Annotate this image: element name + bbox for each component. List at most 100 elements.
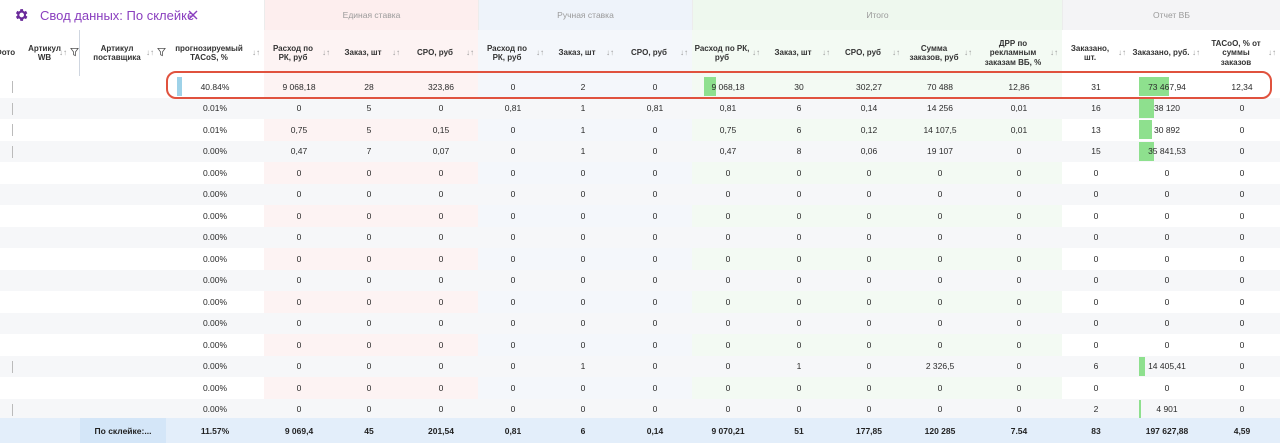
cell-tacos: 0.00% — [166, 334, 264, 356]
sort-icon[interactable]: ↓↑ — [252, 48, 260, 57]
cell-value: 0 — [937, 404, 943, 415]
cell-t_spend: 0 — [692, 184, 764, 206]
cell-value: 0.00% — [202, 382, 228, 393]
sort-icon[interactable]: ↓↑ — [1268, 48, 1276, 57]
cell-t_sum: 0 — [904, 399, 976, 421]
table-row[interactable]: 0.00% 0 0 0 0 0 0 0 0 0 0 0 0 0 0 — [0, 377, 1280, 399]
column-header-s_orders[interactable]: Заказ, шт ↓↑ — [334, 30, 404, 76]
column-header-tacos[interactable]: прогнозируемый TACoS, % ↓↑ — [166, 30, 264, 76]
cell-value: 0 — [1239, 296, 1245, 307]
cell-value: 0 — [580, 253, 586, 264]
cell-s_spend: 0 — [264, 98, 334, 120]
table-row[interactable]: 0.00% 0 0 0 0 0 0 0 0 0 0 0 0 0 0 — [0, 183, 1280, 206]
column-group-manual: Ручная ставка — [478, 0, 692, 30]
cell-value: 0 — [652, 124, 658, 135]
column-header-t_orders[interactable]: Заказ, шт ↓↑ — [764, 30, 834, 76]
table-row[interactable]: 0.00% 0,47 7 0,07 0 1 0 0,47 8 0,06 19 107 0 15 35 84… — [0, 140, 1280, 163]
table-row[interactable]: 0.01% 0 5 0 0,81 1 0,81 0,81 6 0,14 14 256 0,01 16 38… — [0, 97, 1280, 120]
column-header-s_cpo[interactable]: CPO, руб ↓↑ — [404, 30, 478, 76]
table-row[interactable]: 0.00% 0 0 0 0 0 0 0 0 0 0 0 0 0 0 — [0, 312, 1280, 335]
cell-photo — [0, 205, 22, 227]
photo-thumb-icon — [12, 145, 13, 158]
sort-icon[interactable]: ↓↑ — [536, 48, 544, 57]
table-row[interactable]: 0.00% 0 0 0 0 0 0 0 0 0 0 0 0 0 0 — [0, 162, 1280, 184]
column-header-s_spend[interactable]: Расход по РК, руб ↓↑ — [264, 30, 334, 76]
cell-m_cpo: 0 — [618, 248, 692, 270]
cell-value: 0 — [510, 404, 516, 415]
column-header-t_spend[interactable]: Расход по РК, руб ↓↑ — [692, 30, 764, 76]
table-row[interactable]: 0.00% 0 0 0 0 0 0 0 0 0 0 0 0 0 0 — [0, 291, 1280, 313]
cell-photo — [0, 356, 22, 378]
column-header-t_sum[interactable]: Сумма заказов, руб ↓↑ — [904, 30, 976, 76]
cell-t_drr: 0 — [976, 334, 1062, 356]
cell-photo — [0, 270, 22, 292]
sort-icon[interactable]: ↓↑ — [1192, 48, 1200, 57]
table-row[interactable]: 0.00% 0 0 0 0 0 0 0 0 0 0 0 0 0 0 — [0, 205, 1280, 227]
filter-icon[interactable] — [70, 47, 79, 57]
column-header-photo[interactable]: Фото — [0, 30, 22, 76]
cell-wb_rub: 0 — [1130, 313, 1204, 335]
column-header-wb_tacoo[interactable]: TACoO, % от суммы заказов ↓↑ — [1204, 30, 1280, 76]
cell-value: 0 — [1093, 253, 1099, 264]
column-header-art_sup[interactable]: Артикул поставщика ↓↑ — [80, 30, 166, 76]
sort-icon[interactable]: ↓↑ — [752, 48, 760, 57]
sort-icon[interactable]: ↓↑ — [146, 48, 154, 57]
cell-wb_qty: 0 — [1062, 291, 1130, 313]
cell-wb_qty: 15 — [1062, 141, 1130, 163]
column-header-t_drr[interactable]: ДРР по рекламным заказам ВБ, % ↓↑ — [976, 30, 1062, 76]
sort-icon[interactable]: ↓↑ — [822, 48, 830, 57]
sort-icon[interactable]: ↓↑ — [1118, 48, 1126, 57]
sort-icon[interactable]: ↓↑ — [322, 48, 330, 57]
cell-photo — [0, 184, 22, 206]
cell-wb_tacoo: 0 — [1204, 399, 1280, 421]
table-row[interactable]: 0.00% 0 0 0 0 0 0 0 0 0 0 0 0 0 0 — [0, 226, 1280, 249]
table-row[interactable]: 0.00% 0 0 0 0 0 0 0 0 0 0 0 2 4 901 0 — [0, 398, 1280, 421]
column-header-m_spend[interactable]: Расход по РК, руб ↓↑ — [478, 30, 548, 76]
sort-icon[interactable]: ↓↑ — [59, 48, 67, 57]
cell-t_cpo: 0 — [834, 227, 904, 249]
cell-m_orders: 0 — [548, 313, 618, 335]
sort-icon[interactable]: ↓↑ — [1050, 48, 1058, 57]
cell-value: 0 — [1239, 275, 1245, 286]
column-header-label: Фото — [0, 48, 16, 58]
column-header-wb_qty[interactable]: Заказано, шт. ↓↑ — [1062, 30, 1130, 76]
cell-value: 6 — [1093, 361, 1099, 372]
table-row[interactable]: 0.00% 0 0 0 0 0 0 0 0 0 0 0 0 0 0 — [0, 248, 1280, 270]
sort-icon[interactable]: ↓↑ — [892, 48, 900, 57]
sort-icon[interactable]: ↓↑ — [964, 48, 972, 57]
column-header-wb_rub[interactable]: Заказано, руб. ↓↑ — [1130, 30, 1204, 76]
cell-s_orders: 5 — [334, 119, 404, 141]
cell-s_orders: 0 — [334, 270, 404, 292]
cell-t_orders: 1 — [764, 356, 834, 378]
table-row[interactable]: 0.00% 0 0 0 0 1 0 0 1 0 2 326,5 0 6 14 405,41 0 — [0, 355, 1280, 378]
cell-value: 0 — [796, 382, 802, 393]
table-row[interactable]: 0.01% 0,75 5 0,15 0 1 0 0,75 6 0,12 14 107,5 0,01 13… — [0, 119, 1280, 141]
cell-value: 0 — [1164, 210, 1170, 221]
close-icon[interactable] — [187, 9, 199, 21]
cell-s_cpo: 0 — [404, 205, 478, 227]
cell-value: 0 — [580, 167, 586, 178]
gear-icon[interactable] — [13, 7, 29, 23]
cell-value: 0 — [366, 167, 372, 178]
cell-m_orders: 0 — [548, 270, 618, 292]
cell-value: 0 — [1016, 318, 1022, 329]
cell-m_spend: 0,81 — [478, 98, 548, 120]
column-header-t_cpo[interactable]: CPO, руб ↓↑ — [834, 30, 904, 76]
column-header-m_cpo[interactable]: CPO, руб ↓↑ — [618, 30, 692, 76]
value-bar — [1139, 98, 1154, 118]
table-row[interactable]: 0.00% 0 0 0 0 0 0 0 0 0 0 0 0 0 0 — [0, 269, 1280, 292]
filter-icon[interactable] — [157, 47, 166, 57]
table-row[interactable]: 0.00% 0 0 0 0 0 0 0 0 0 0 0 0 0 0 — [0, 334, 1280, 356]
column-header-m_orders[interactable]: Заказ, шт ↓↑ — [548, 30, 618, 76]
cell-s_cpo: 0 — [404, 313, 478, 335]
cell-value: 0 — [510, 124, 516, 135]
cell-value: 0 — [1093, 318, 1099, 329]
column-header-art_wb[interactable]: Артикул WB ↓↑ — [22, 30, 80, 76]
cell-t_cpo: 0,14 — [834, 98, 904, 120]
cell-wb_rub: 0 — [1130, 205, 1204, 227]
footer-t_orders: 51 — [794, 425, 804, 436]
sort-icon[interactable]: ↓↑ — [680, 48, 688, 57]
sort-icon[interactable]: ↓↑ — [392, 48, 400, 57]
sort-icon[interactable]: ↓↑ — [606, 48, 614, 57]
sort-icon[interactable]: ↓↑ — [466, 48, 474, 57]
